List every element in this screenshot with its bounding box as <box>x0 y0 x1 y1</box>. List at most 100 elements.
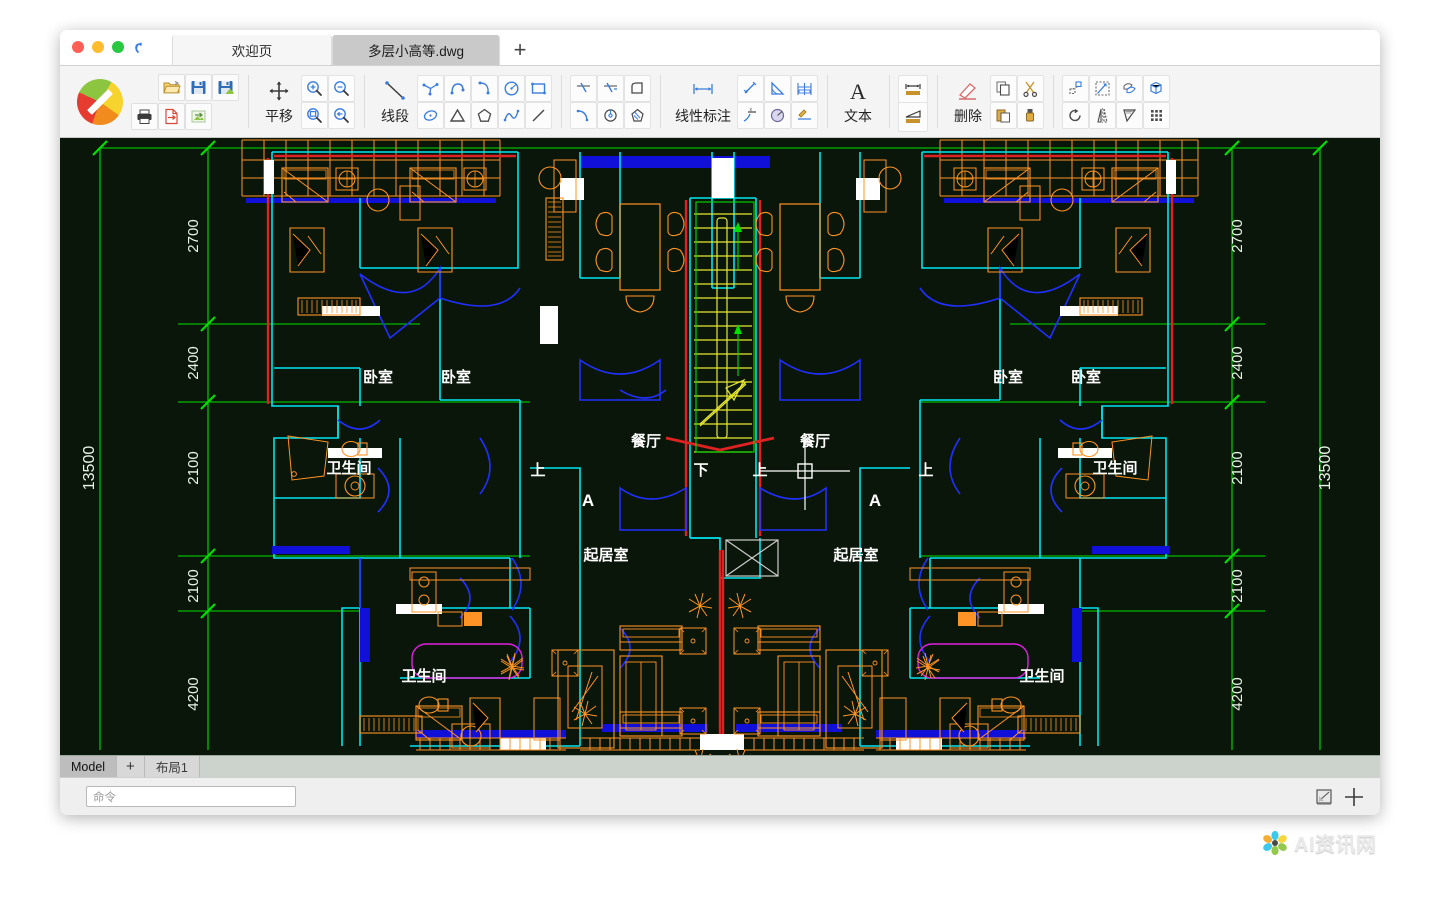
save-icon[interactable] <box>185 73 212 101</box>
room-label-bathroom-4: 卫生间 <box>1019 667 1064 685</box>
drawing-canvas[interactable]: 2700 2400 2100 2100 4200 13500 2700 2400… <box>60 138 1380 755</box>
dim-right-4200: 4200 <box>1229 677 1246 710</box>
close-button[interactable] <box>72 41 84 53</box>
triangle-icon[interactable] <box>444 101 471 129</box>
command-placeholder: 命令 <box>93 791 116 804</box>
line-button[interactable]: 线段 <box>373 77 417 126</box>
model-space-icon[interactable] <box>1312 785 1336 809</box>
section-marker-a-left: A <box>582 491 594 510</box>
match-properties-icon[interactable] <box>1017 101 1044 129</box>
solid-shape-icon[interactable] <box>624 74 651 102</box>
circle-icon[interactable] <box>498 74 525 102</box>
clipboard-tools <box>990 74 1044 129</box>
ribbon-toolbar: 平移 线段 线性标注 x A 文本 删除 <box>60 66 1380 138</box>
angular-dimension-icon[interactable] <box>764 74 791 102</box>
room-label-living-2: 起居室 <box>832 546 878 564</box>
line-icon <box>382 77 408 105</box>
leader-dimension-icon[interactable]: x <box>737 101 764 129</box>
spline-icon[interactable] <box>498 101 525 129</box>
room-label-bedroom-2: 卧室 <box>441 368 471 386</box>
trim-icon[interactable] <box>570 74 597 102</box>
mirror-icon[interactable] <box>1089 101 1116 129</box>
pan-button[interactable]: 平移 <box>257 77 301 126</box>
pan-label: 平移 <box>265 108 293 124</box>
dim-right-2400: 2400 <box>1229 346 1246 379</box>
scale-icon[interactable] <box>1089 74 1116 102</box>
zoom-window-icon[interactable] <box>301 101 328 129</box>
room-label-bathroom-3: 卫生间 <box>401 667 446 685</box>
rectangle-icon[interactable] <box>525 74 552 102</box>
ribbon-group-modify <box>1053 66 1179 137</box>
tab-document[interactable]: 多层小高等.dwg <box>332 35 500 65</box>
zoom-buttons <box>301 74 355 129</box>
command-bar: 命令 <box>60 777 1380 815</box>
copy-icon[interactable] <box>990 74 1017 102</box>
save-as-icon[interactable] <box>212 73 239 101</box>
layout-tab-add[interactable]: + <box>117 756 145 777</box>
ribbon-group-file <box>64 66 248 137</box>
baseline-dimension-icon[interactable] <box>791 74 818 102</box>
tab-welcome-label: 欢迎页 <box>231 44 273 59</box>
revision-cloud-icon[interactable] <box>597 101 624 129</box>
draw-tools <box>417 74 552 129</box>
print-icon[interactable] <box>131 102 158 130</box>
export-pdf-icon[interactable] <box>158 102 185 130</box>
minimize-button[interactable] <box>92 41 104 53</box>
dim-left-2700: 2700 <box>185 219 202 252</box>
text-button[interactable]: A 文本 <box>836 77 880 126</box>
explode-3d-icon[interactable] <box>1143 74 1170 102</box>
modify-tools <box>1062 74 1170 129</box>
dim-right-2100a: 2100 <box>1229 451 1246 484</box>
table-row-icon[interactable] <box>898 74 928 105</box>
arc-icon[interactable] <box>444 74 471 102</box>
new-tab-button[interactable]: + <box>500 35 540 65</box>
dim-left-13500: 13500 <box>81 446 98 491</box>
flower-logo-icon <box>1262 830 1288 856</box>
cad-drawing[interactable]: 2700 2400 2100 2100 4200 13500 2700 2400… <box>60 138 1380 755</box>
zoom-in-icon[interactable] <box>301 74 328 102</box>
array-icon[interactable] <box>1143 101 1170 129</box>
stair-label-up-2: 上 <box>752 462 767 479</box>
table-taper-icon[interactable] <box>898 101 928 132</box>
room-label-dining-1: 餐厅 <box>631 432 661 450</box>
radius-dimension-icon[interactable] <box>764 101 791 129</box>
layout-tab-bar: Model + 布局1 <box>60 755 1380 777</box>
command-input[interactable]: 命令 <box>86 786 296 807</box>
fillet-icon[interactable] <box>570 101 597 129</box>
layout-tab-model[interactable]: Model <box>60 756 118 777</box>
stretch-icon[interactable] <box>1116 101 1143 129</box>
export-image-icon[interactable] <box>185 102 212 130</box>
ellipse-icon[interactable] <box>417 101 444 129</box>
crosshair-icon[interactable] <box>1342 785 1366 809</box>
layout-tab-add-label: + <box>126 758 135 775</box>
eraser-icon <box>955 77 981 105</box>
room-label-dining-2: 餐厅 <box>800 432 830 450</box>
stair-label-up-1: 上 <box>530 462 545 479</box>
offset-icon[interactable] <box>1116 74 1143 102</box>
tab-welcome[interactable]: 欢迎页 <box>172 35 332 65</box>
open-folder-icon[interactable] <box>158 73 185 101</box>
polyline-icon[interactable] <box>417 74 444 102</box>
spline-arc-icon[interactable] <box>471 74 498 102</box>
linear-dimension-button[interactable]: 线性标注 <box>669 77 737 126</box>
cut-icon[interactable] <box>1017 74 1044 102</box>
erase-button[interactable]: 删除 <box>946 77 990 126</box>
paste-icon[interactable] <box>990 101 1017 129</box>
polygon-icon[interactable] <box>471 101 498 129</box>
maximize-button[interactable] <box>112 41 124 53</box>
aligned-dimension-icon[interactable] <box>737 74 764 102</box>
ribbon-group-erase: 删除 <box>937 66 1053 137</box>
layout-tab-layout1[interactable]: 布局1 <box>145 756 200 777</box>
rotate-icon[interactable] <box>1062 101 1089 129</box>
zoom-previous-icon[interactable] <box>328 101 355 129</box>
ray-icon[interactable] <box>525 101 552 129</box>
pan-move-icon <box>268 77 290 105</box>
hatch-icon[interactable] <box>624 101 651 129</box>
extend-icon[interactable] <box>597 74 624 102</box>
zoom-out-icon[interactable] <box>328 74 355 102</box>
quick-dimension-icon[interactable] <box>791 101 818 129</box>
dim-left-4200: 4200 <box>185 677 202 710</box>
undo-arrow-icon[interactable] <box>132 40 150 58</box>
move-objects-icon[interactable] <box>1062 74 1089 102</box>
line-label: 线段 <box>381 108 409 124</box>
